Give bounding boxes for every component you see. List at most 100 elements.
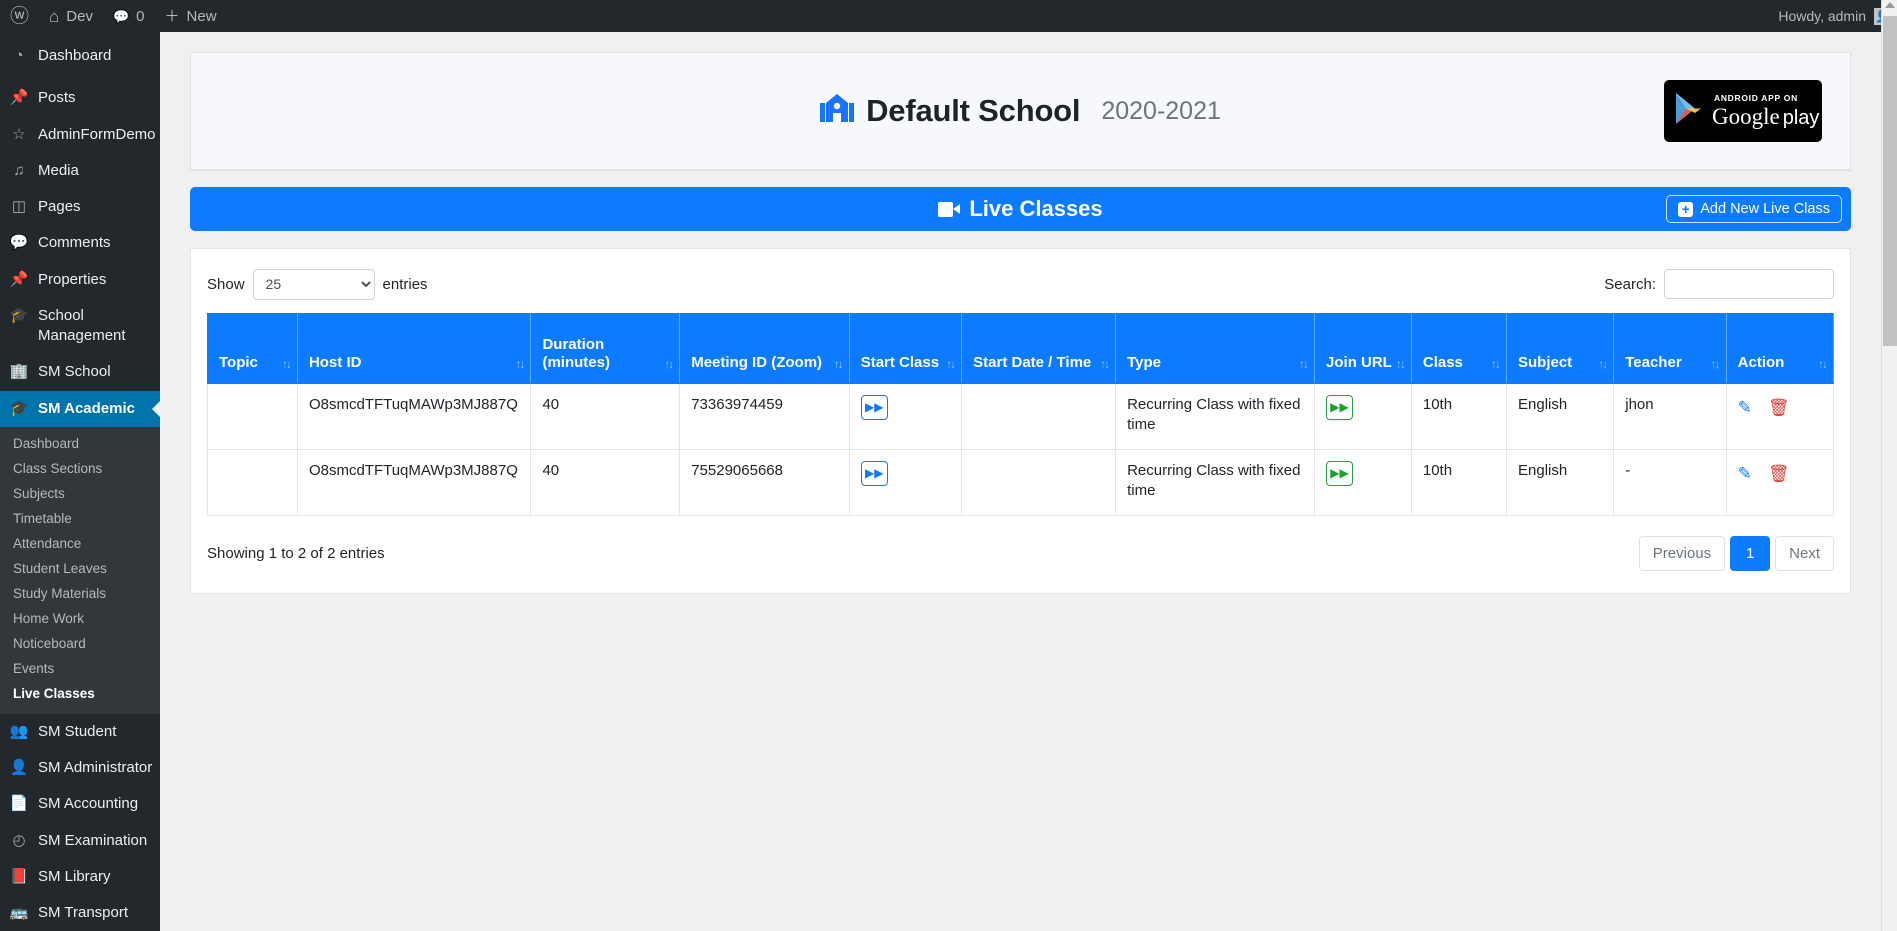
submenu-item-attendance[interactable]: Attendance <box>0 531 160 556</box>
pencil-icon[interactable]: ✎ <box>1738 463 1752 486</box>
sidebar-item-properties[interactable]: 📌Properties <box>0 262 160 298</box>
sidebar-item-label: Media <box>38 161 79 181</box>
search-label: Search: <box>1604 276 1656 293</box>
video-camera-icon <box>938 202 960 217</box>
sidebar-item-dashboard[interactable]: ◔Dashboard <box>0 38 160 74</box>
sort-arrows-icon: ↑↓ <box>1491 357 1499 372</box>
google-play-badge[interactable]: ANDROID APP ON Googleplay <box>1664 80 1822 142</box>
sidebar-item-school-management[interactable]: 🎓School Management <box>0 298 160 355</box>
live-classes-table-panel: Show 102550100 entries Search: Topic↑↓Ho… <box>190 248 1851 594</box>
sidebar-item-pages[interactable]: ◫Pages <box>0 189 160 225</box>
pencil-icon[interactable]: ✎ <box>1738 397 1752 420</box>
submenu-item-class-sections[interactable]: Class Sections <box>0 456 160 481</box>
submenu-item-noticeboard[interactable]: Noticeboard <box>0 631 160 656</box>
cell-start-class: ▶▶ <box>849 450 961 516</box>
cell-topic <box>208 384 298 450</box>
new-content-button[interactable]: ＋ New <box>155 0 227 32</box>
column-header-topic[interactable]: Topic↑↓ <box>208 314 298 384</box>
trash-icon[interactable]: 🗑 <box>1768 397 1790 420</box>
cell-join-url: ▶▶ <box>1315 450 1412 516</box>
column-header-action[interactable]: Action↑↓ <box>1726 314 1833 384</box>
column-header-join-url[interactable]: Join URL↑↓ <box>1315 314 1412 384</box>
submenu-item-subjects[interactable]: Subjects <box>0 481 160 506</box>
sort-arrows-icon: ↑↓ <box>946 357 954 372</box>
cell-host-id: O8smcdTFTuqMAWp3MJ887Q <box>297 450 531 516</box>
sidebar-item-sm-library[interactable]: 📕SM Library <box>0 859 160 895</box>
column-header-class[interactable]: Class↑↓ <box>1411 314 1506 384</box>
page-length-select[interactable]: 102550100 <box>253 269 375 300</box>
column-header-start-class[interactable]: Start Class ↑↓ <box>849 314 961 384</box>
page-scrollbar[interactable] <box>1881 0 1897 931</box>
sidebar-menu-bottom: 👥SM Student👤SM Administrator 📄 SM Accounti… <box>0 714 160 931</box>
comments-count: 0 <box>136 8 144 25</box>
comments-button[interactable]: 💬 0 <box>103 0 155 32</box>
column-header-start-date-time[interactable]: Start Date / Time↑↓ <box>962 314 1116 384</box>
live-classes-title-bar: Live Classes + Add New Live Class <box>190 187 1851 231</box>
column-header-host-id[interactable]: Host ID↑↓ <box>297 314 531 384</box>
sort-arrows-icon: ↑↓ <box>664 357 672 372</box>
start-class-fast-forward-icon[interactable]: ▶▶ <box>861 461 888 486</box>
sidebar-item-sm-school[interactable]: 🏢SM School <box>0 354 160 390</box>
sidebar-item-media[interactable]: ♫ Media <box>0 153 160 189</box>
sidebar-item-sm-academic[interactable]: 🎓SM Academic <box>0 391 160 427</box>
media-icon: ♫ <box>9 161 29 181</box>
column-header-label: Teacher <box>1625 354 1681 371</box>
sidebar-item-label: SM School <box>38 362 111 382</box>
cell-teacher: - <box>1614 450 1726 516</box>
sidebar-item-label: SM Administrator <box>38 758 152 778</box>
sidebar-item-adminformdemo[interactable]: ☆AdminFormDemo <box>0 117 160 153</box>
start-class-fast-forward-icon[interactable]: ▶▶ <box>861 395 888 420</box>
submenu-item-student-leaves[interactable]: Student Leaves <box>0 556 160 581</box>
submenu-item-timetable[interactable]: Timetable <box>0 506 160 531</box>
clock-icon: ◴ <box>9 831 29 851</box>
previous-page-button[interactable]: Previous <box>1639 536 1725 571</box>
join-url-fast-forward-icon[interactable]: ▶▶ <box>1326 461 1353 486</box>
sidebar-item-comments[interactable]: 💬Comments <box>0 225 160 261</box>
sidebar-item-sm-examination[interactable]: ◴SM Examination <box>0 823 160 859</box>
cell-start-datetime <box>962 450 1116 516</box>
sidebar-submenu-sm-academic: DashboardClass SectionsSubjectsTimetable… <box>0 427 160 714</box>
site-name-button[interactable]: ⌂ Dev <box>39 0 103 32</box>
account-menu[interactable]: Howdy, admin 👤 <box>1778 8 1897 25</box>
cell-topic <box>208 450 298 516</box>
sidebar-item-sm-student[interactable]: 👥SM Student <box>0 714 160 750</box>
column-header-duration-minutes-[interactable]: Duration (minutes)↑↓ <box>531 314 680 384</box>
column-header-type[interactable]: Type↑↓ <box>1116 314 1315 384</box>
home-icon: ⌂ <box>49 8 59 25</box>
column-header-teacher[interactable]: Teacher↑↓ <box>1614 314 1726 384</box>
column-header-label: Meeting ID (Zoom) <box>691 354 822 371</box>
sidebar-item-sm-transport[interactable]: 🚌SM Transport <box>0 895 160 931</box>
sidebar-item-sm-administrator[interactable]: 👤SM Administrator <box>0 750 160 786</box>
sidebar-item-sm-accounting[interactable]: 📄 SM Accounting <box>0 786 160 822</box>
column-header-meeting-id-zoom-[interactable]: Meeting ID (Zoom)↑↓ <box>680 314 850 384</box>
join-url-fast-forward-icon[interactable]: ▶▶ <box>1326 395 1353 420</box>
column-header-label: Start Date / Time <box>973 354 1091 371</box>
sidebar-menu-top: ◔Dashboard 📌Posts☆AdminFormDemo ♫ Media ◫Pag… <box>0 38 160 427</box>
users-icon: 👥 <box>9 722 29 742</box>
column-header-subject[interactable]: Subject↑↓ <box>1507 314 1614 384</box>
submenu-item-study-materials[interactable]: Study Materials <box>0 581 160 606</box>
column-header-label: Start Class <box>861 354 939 371</box>
add-new-live-class-button[interactable]: + Add New Live Class <box>1666 195 1842 223</box>
submenu-item-dashboard[interactable]: Dashboard <box>0 431 160 456</box>
sort-arrows-icon: ↑↓ <box>515 357 523 372</box>
cell-duration: 40 <box>531 384 680 450</box>
submenu-item-events[interactable]: Events <box>0 656 160 681</box>
sidebar-item-label: SM Transport <box>38 903 128 923</box>
sidebar-item-label: SM Accounting <box>38 794 138 814</box>
document-icon: 📄 <box>9 794 29 814</box>
new-content-label: New <box>187 8 217 25</box>
wordpress-logo-button[interactable]: ⓦ <box>0 0 39 32</box>
submenu-item-home-work[interactable]: Home Work <box>0 606 160 631</box>
google-play-text: ANDROID APP ON Googleplay <box>1712 94 1819 128</box>
submenu-item-live-classes[interactable]: Live Classes <box>0 681 160 706</box>
search-input[interactable] <box>1664 269 1834 299</box>
sidebar-item-posts[interactable]: 📌Posts <box>0 80 160 116</box>
cell-start-class: ▶▶ <box>849 384 961 450</box>
trash-icon[interactable]: 🗑 <box>1768 463 1790 486</box>
next-page-button[interactable]: Next <box>1775 536 1834 571</box>
scrollbar-thumb[interactable] <box>1883 16 1897 346</box>
pages-icon: ◫ <box>9 197 29 217</box>
page-button-1[interactable]: 1 <box>1730 536 1770 571</box>
scroll-up-arrow-icon[interactable] <box>1885 2 1895 8</box>
